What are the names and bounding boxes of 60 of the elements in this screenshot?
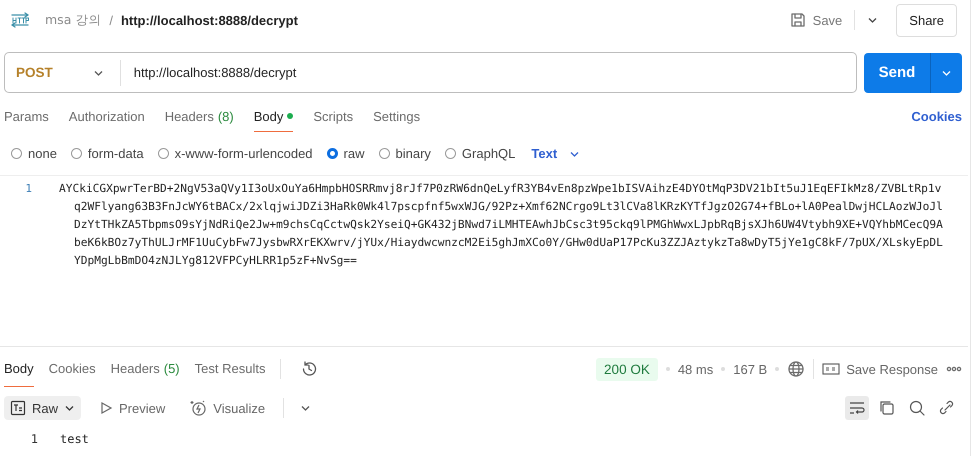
body-type-radio[interactable]: GraphQL [444,146,516,161]
play-icon [99,401,114,415]
body-type-radio[interactable]: x-www-form-urlencoded [158,146,313,161]
wrap-icon [848,400,866,416]
line-number: 1 [30,432,38,446]
more-icon[interactable] [946,366,962,372]
code-line: AYCkiCGXpwrTerBD+2NgV53aQVy1I3oUxOuYa6HmpbHOSRRmvj8rJf7P0zRW6dnQeLyfR3YB4vEn8pzWpe1bISVAihzE4DYOtMqP3DV21bIt5uJ1EqEFIkMz8/ZVBLtRp1vq2WFlyang63B3FnJcWY6tBACx/2xlqjwiJDZi3HaRk0Wk4l7pscpfnf5wxWJG/92Pz+Xmf62NCrgo9Lt3lCVa8lKRzKYTfJgzO2G74+fBLo+lA0PealDwjHCLAozWJoJlDzYtTHkZA5TbpmsO9sYjNdRiQe2Jw+m9chsCqCctwQsk2YseiQ+GK432jBNwd7iLMHTEAwhJbCsc3t95ckq9lPMGhWwxLJpbRqBjsXJh6UW4Vtybh9XE+VQYhbMCecQ9AbeK6kBOz7yThULJrMF1UuCybFw7JysbwRXrEKXwrv/jYUx/HiaydwcwnzcM2Ei5ghJmXCo0Y/GHw0dUaP17PcKu3ZZJAztykzTa8wDyT5jYe1gC8kF/7pUX/XLskyEpDLYDpMgLbBmDO4zNJLYg812VFPCyHLRR1p5zF+NvSg== [58,181,944,269]
caret-icon [64,403,76,413]
view-button[interactable]: Preview [93,396,172,420]
status-badge: 200 OK [596,358,658,380]
history-icon [300,360,318,378]
method-dropdown[interactable]: POST [5,65,120,80]
save-button[interactable]: Save [786,8,846,32]
body-type-radio[interactable]: form-data [70,146,144,161]
response-tab[interactable]: Headers (5) [110,351,180,387]
body-type-radio[interactable]: none [11,146,57,161]
wrap-lines-button[interactable] [845,396,869,420]
request-tab[interactable]: Headers (8) [164,101,234,132]
save-icon [790,12,806,28]
document-icon [822,363,840,375]
response-text: test [60,432,89,446]
radio-button[interactable] [158,148,169,159]
caret-icon [300,403,312,413]
radio-button[interactable] [70,148,82,159]
save-response-button[interactable]: Save Response [822,362,938,376]
breadcrumb-separator: / [109,12,113,28]
request-tab[interactable]: Settings [373,101,420,132]
view-format-dropdown[interactable]: Raw [4,396,82,420]
url-field[interactable]: http://localhost:8888/decrypt [120,64,856,81]
request-tab[interactable]: Body [254,101,294,132]
link-icon [938,399,956,417]
response-size: 167 B [733,362,768,376]
request-tab[interactable]: Scripts [313,101,354,132]
share-button[interactable]: Share [896,4,957,36]
response-time: 48 ms [678,362,714,376]
request-tab[interactable]: Params [4,101,49,132]
line-number: 1 [24,181,32,197]
globe-icon[interactable] [787,360,806,378]
response-tab[interactable]: Cookies [48,351,96,387]
radio-button[interactable] [444,148,456,159]
body-type-radio[interactable]: binary [378,146,431,161]
response-tab[interactable]: Body [4,351,34,387]
sparkle-icon [189,399,208,417]
search-icon [908,399,926,417]
body-type-radio[interactable]: raw [326,146,364,161]
collection-name[interactable]: msa 강의 [45,12,102,28]
format-dropdown[interactable]: Text [531,146,580,161]
radio-button[interactable] [326,148,338,159]
view-button[interactable]: Visualize [183,395,272,421]
request-name: http://localhost:8888/decrypt [120,12,298,28]
radio-button[interactable] [11,148,22,159]
request-tab[interactable]: Authorization [68,101,145,132]
http-icon [9,11,31,29]
radio-button[interactable] [378,148,390,159]
copy-icon [878,399,896,417]
request-bar[interactable]: POST http://localhost:8888/decrypt [4,52,857,93]
text-format-icon [10,400,26,416]
cookies-link[interactable]: Cookies [911,109,962,124]
caret-icon [867,15,878,25]
response-tab[interactable]: Test Results [194,351,266,387]
